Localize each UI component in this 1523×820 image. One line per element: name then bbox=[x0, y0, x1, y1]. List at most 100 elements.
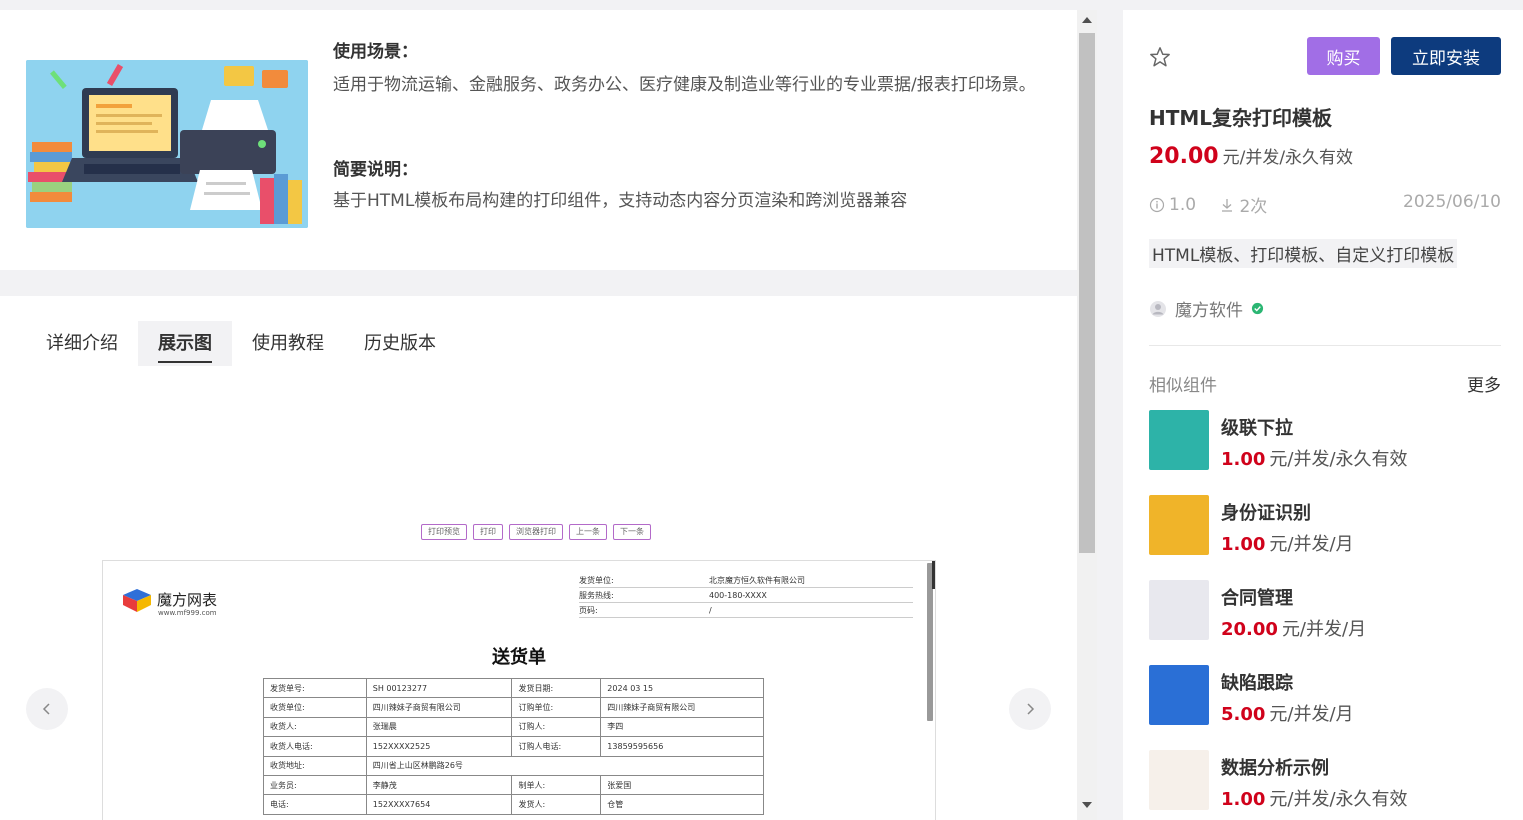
install-now-button[interactable]: 立即安装 bbox=[1391, 37, 1501, 75]
table-cell: 152XXXX2525 bbox=[365, 736, 513, 757]
similar-item-price: 1.00 元/并发/永久有效 bbox=[1221, 785, 1408, 811]
info-value: / bbox=[709, 606, 712, 615]
doc-header-info: 发货单位: 北京魔方恒久软件有限公司 服务热线: 400-180-XXXX 页码: / bbox=[579, 573, 913, 618]
table-cell: 订购人: bbox=[511, 716, 602, 738]
buy-button[interactable]: 购买 bbox=[1307, 37, 1380, 75]
similar-item-price: 1.00 元/并发/永久有效 bbox=[1221, 445, 1408, 471]
similar-item[interactable]: 身份证识别 1.00 元/并发/月 bbox=[1149, 495, 1501, 580]
table-cell: 收货地址: bbox=[263, 755, 367, 776]
table-cell: SH 00123277 bbox=[365, 677, 513, 699]
download-count: 2次 bbox=[1219, 192, 1267, 217]
table-cell: 订购人电话: bbox=[511, 736, 602, 757]
browser-print-button[interactable]: 浏览器打印 bbox=[509, 524, 563, 540]
table-cell: 发货日期: bbox=[511, 677, 602, 699]
product-tags: HTML模板、打印模板、自定义打印模板 bbox=[1149, 239, 1458, 268]
info-row: 发货单位: 北京魔方恒久软件有限公司 bbox=[579, 573, 913, 588]
similar-item-price-value: 1.00 bbox=[1221, 449, 1266, 470]
similar-item[interactable]: 级联下拉 1.00 元/并发/永久有效 bbox=[1149, 410, 1501, 495]
info-key: 发货单位: bbox=[579, 576, 614, 585]
similar-item-price-value: 1.00 bbox=[1221, 534, 1266, 555]
scroll-thumb[interactable] bbox=[1079, 33, 1095, 553]
delivery-table-row: 收货地址: 四川省上山区林鹏路26号 bbox=[263, 755, 765, 776]
version-text: 1.0 bbox=[1169, 194, 1197, 215]
similar-item-price-unit: 元/并发/月 bbox=[1269, 704, 1354, 725]
carousel-next-button[interactable] bbox=[1009, 688, 1051, 730]
table-cell: 仓管 bbox=[600, 794, 764, 815]
similar-item-thumbnail bbox=[1149, 750, 1209, 810]
table-cell: 张瑞晨 bbox=[365, 716, 513, 738]
doc-brand: 魔方网表 bbox=[157, 591, 218, 609]
info-circle-icon bbox=[1149, 197, 1165, 212]
similar-item[interactable]: 合同管理 20.00 元/并发/月 bbox=[1149, 580, 1501, 665]
table-cell: 制单人: bbox=[511, 774, 602, 796]
scroll-down-arrow-icon[interactable] bbox=[1082, 802, 1092, 808]
product-name: HTML复杂打印模板 bbox=[1149, 106, 1333, 130]
product-sidebar: 购买 立即安装 HTML复杂打印模板 20.00 元/并发/永久有效 1.0 2次… bbox=[1123, 10, 1523, 820]
product-summary-card: 使用场景： 适用于物流运输、金融服务、政务办公、医疗健康及制造业等行业的专业票据… bbox=[0, 10, 1077, 270]
user-avatar-icon bbox=[1150, 300, 1166, 317]
table-cell: 2024 03 15 bbox=[600, 677, 764, 699]
product-meta: 1.0 2次 2025/06/10 bbox=[1149, 192, 1501, 218]
favorite-star-icon[interactable] bbox=[1149, 46, 1171, 68]
table-cell: 四川辣妹子商贸有限公司 bbox=[365, 697, 513, 718]
similar-item-thumbnail bbox=[1149, 580, 1209, 640]
delivery-table-row: 收货单位: 四川辣妹子商贸有限公司 订购单位: 四川辣妹子商贸有限公司 bbox=[263, 697, 764, 718]
product-price: 20.00 元/并发/永久有效 bbox=[1149, 143, 1353, 169]
similar-item-name: 数据分析示例 bbox=[1221, 758, 1329, 779]
next-record-button[interactable]: 下一条 bbox=[613, 524, 651, 540]
app-root: 使用场景： 适用于物流运输、金融服务、政务办公、医疗健康及制造业等行业的专业票据… bbox=[0, 0, 1523, 820]
info-value: 400-180-XXXX bbox=[709, 591, 767, 600]
similar-item[interactable]: 缺陷跟踪 5.00 元/并发/月 bbox=[1149, 665, 1501, 750]
carousel-prev-button[interactable] bbox=[26, 688, 68, 730]
tab-details[interactable]: 详细介绍 bbox=[26, 321, 138, 366]
similar-item-name: 级联下拉 bbox=[1221, 418, 1293, 439]
similar-item-thumbnail bbox=[1149, 410, 1209, 470]
delivery-table-row: 发货单号: SH 00123277 发货日期: 2024 03 15 bbox=[263, 677, 764, 699]
detail-tabs: 详细介绍 展示图 使用教程 历史版本 bbox=[26, 321, 456, 367]
similar-item-price: 1.00 元/并发/月 bbox=[1221, 530, 1354, 556]
doc-scroll-marker bbox=[932, 561, 935, 589]
similar-item-name: 身份证识别 bbox=[1221, 503, 1311, 524]
table-cell: 13859595656 bbox=[600, 736, 764, 757]
similar-item-thumbnail bbox=[1149, 665, 1209, 725]
print-button[interactable]: 打印 bbox=[473, 524, 503, 540]
table-cell: 张爱国 bbox=[600, 774, 764, 796]
table-cell: 收货人电话: bbox=[263, 736, 367, 757]
print-preview-button[interactable]: 打印预览 bbox=[421, 524, 467, 540]
price-value: 20.00 bbox=[1149, 144, 1219, 169]
tab-tutorial[interactable]: 使用教程 bbox=[232, 321, 344, 366]
table-cell: 业务员: bbox=[263, 774, 367, 796]
usage-scene-text: 适用于物流运输、金融服务、政务办公、医疗健康及制造业等行业的专业票据/报表打印场… bbox=[333, 75, 1036, 95]
prev-record-button[interactable]: 上一条 bbox=[569, 524, 607, 540]
info-value: 北京魔方恒久软件有限公司 bbox=[709, 576, 805, 585]
more-link[interactable]: 更多 bbox=[1467, 371, 1501, 396]
brief-title: 简要说明： bbox=[333, 160, 418, 180]
tab-history[interactable]: 历史版本 bbox=[344, 321, 456, 366]
similar-item-price-unit: 元/并发/永久有效 bbox=[1269, 449, 1408, 470]
table-cell: 收货单位: bbox=[263, 697, 367, 718]
tab-screenshots[interactable]: 展示图 bbox=[138, 321, 232, 366]
delivery-table-row: 收货人: 张瑞晨 订购人: 李四 bbox=[263, 716, 764, 738]
download-text: 2次 bbox=[1239, 197, 1268, 217]
preview-toolbar: 打印预览 打印 浏览器打印 上一条 下一条 bbox=[421, 524, 651, 540]
table-cell: 152XXXX7654 bbox=[365, 794, 513, 815]
chevron-left-icon bbox=[42, 703, 50, 715]
mf-logo-icon bbox=[123, 589, 151, 612]
page-scrollbar[interactable] bbox=[1077, 10, 1097, 820]
similar-components-list: 级联下拉 1.00 元/并发/永久有效 身份证识别 1.00 元/并发/月 合同管理 20.0… bbox=[1149, 410, 1501, 820]
similar-item-thumbnail bbox=[1149, 495, 1209, 555]
author-info[interactable]: 魔方软件 bbox=[1149, 296, 1264, 321]
similar-item[interactable]: 数据分析示例 1.00 元/并发/永久有效 bbox=[1149, 750, 1501, 820]
similar-item-price-value: 5.00 bbox=[1221, 704, 1266, 725]
delivery-table: 发货单号: SH 00123277 发货日期: 2024 03 15 收货单位: 四川辣妹… bbox=[263, 677, 765, 815]
author-name: 魔方软件 bbox=[1175, 301, 1243, 321]
table-cell: 电话: bbox=[263, 794, 367, 815]
usage-scene-title: 使用场景： bbox=[333, 42, 418, 62]
similar-item-name: 缺陷跟踪 bbox=[1221, 673, 1293, 694]
similar-item-price: 20.00 元/并发/月 bbox=[1221, 615, 1366, 641]
version-info: 1.0 bbox=[1149, 195, 1196, 215]
download-icon bbox=[1222, 198, 1233, 212]
scroll-up-arrow-icon[interactable] bbox=[1082, 17, 1092, 23]
similar-item-price-value: 20.00 bbox=[1221, 619, 1278, 640]
doc-title: 送货单 bbox=[492, 647, 546, 668]
